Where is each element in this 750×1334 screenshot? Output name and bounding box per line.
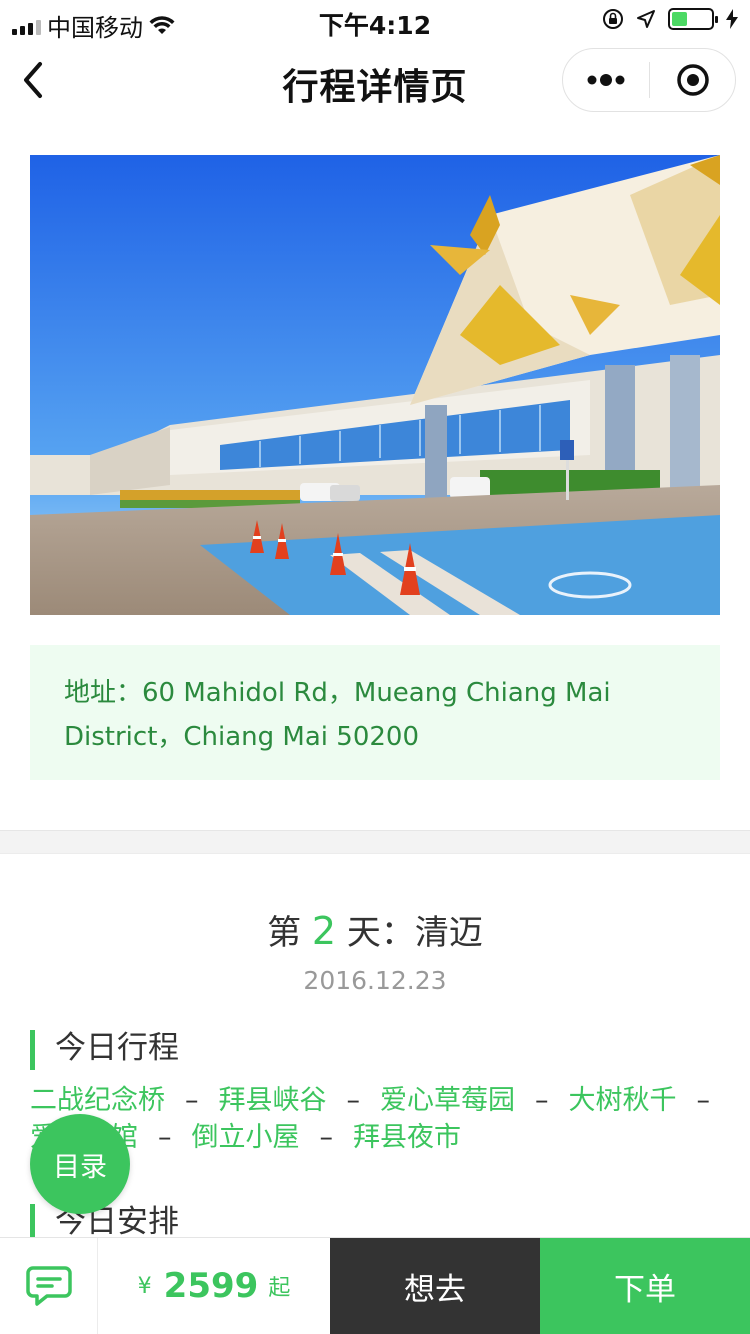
day-title: 第 2 天：清迈 bbox=[0, 905, 750, 954]
destination-photo bbox=[30, 155, 720, 615]
status-right bbox=[602, 8, 738, 30]
status-bar: 中国移动 下午4:12 bbox=[0, 0, 750, 42]
airport-photo-illustration bbox=[30, 155, 720, 615]
day-number: 2 bbox=[311, 909, 337, 953]
address-box: 地址：60 Mahidol Rd，Mueang Chiang Mai Distr… bbox=[30, 645, 720, 780]
route-stop[interactable]: 二战纪念桥 bbox=[30, 1085, 165, 1116]
price-display: ¥ 2599 起 bbox=[98, 1238, 330, 1334]
target-close-icon bbox=[676, 64, 709, 96]
battery-level bbox=[672, 12, 688, 26]
route-separator: – bbox=[185, 1085, 199, 1116]
price-currency: ¥ bbox=[137, 1273, 152, 1299]
route-separator: – bbox=[319, 1122, 334, 1153]
mini-program-capsule bbox=[562, 48, 736, 112]
route-separator: – bbox=[346, 1085, 361, 1116]
today-route-heading: 今日行程 bbox=[30, 1030, 179, 1070]
charging-icon bbox=[726, 9, 738, 29]
more-dots-icon bbox=[587, 74, 625, 86]
price-amount: 2599 bbox=[163, 1266, 259, 1306]
bottom-action-bar: ¥ 2599 起 想去 下单 bbox=[0, 1237, 750, 1334]
price-suffix: 起 bbox=[268, 1276, 291, 1301]
route-list: 二战纪念桥–拜县峡谷–爱心草莓园–大树秋千–爱咖啡馆–倒立小屋–拜县夜市 bbox=[30, 1082, 730, 1156]
orientation-lock-icon bbox=[603, 9, 623, 29]
route-stop[interactable]: 大树秋千 bbox=[569, 1085, 677, 1116]
more-button[interactable] bbox=[563, 49, 649, 111]
route-stop[interactable]: 倒立小屋 bbox=[192, 1122, 300, 1153]
day-suffix: 天：清迈 bbox=[346, 913, 483, 953]
address-text: 60 Mahidol Rd，Mueang Chiang Mai District… bbox=[64, 678, 611, 752]
want-to-go-button[interactable]: 想去 bbox=[330, 1238, 540, 1334]
place-order-button[interactable]: 下单 bbox=[540, 1238, 750, 1334]
address-label: 地址： bbox=[64, 678, 143, 708]
battery-icon bbox=[668, 8, 718, 30]
chat-button[interactable] bbox=[0, 1238, 98, 1334]
section-divider bbox=[0, 830, 750, 854]
route-separator: – bbox=[535, 1085, 549, 1116]
location-icon bbox=[637, 10, 655, 28]
day-prefix: 第 bbox=[267, 913, 302, 953]
nav-bar: 行程详情页 bbox=[0, 40, 750, 126]
route-separator: – bbox=[696, 1085, 711, 1116]
close-button[interactable] bbox=[650, 49, 735, 111]
route-separator: – bbox=[158, 1122, 172, 1153]
route-stop[interactable]: 爱心草莓园 bbox=[380, 1085, 515, 1116]
chat-bubble-icon bbox=[25, 1266, 72, 1306]
day-date: 2016.12.23 bbox=[303, 966, 447, 995]
route-stop[interactable]: 拜县峡谷 bbox=[219, 1085, 327, 1116]
route-stop[interactable]: 拜县夜市 bbox=[353, 1122, 461, 1153]
catalog-button[interactable]: 目录 bbox=[30, 1114, 130, 1214]
